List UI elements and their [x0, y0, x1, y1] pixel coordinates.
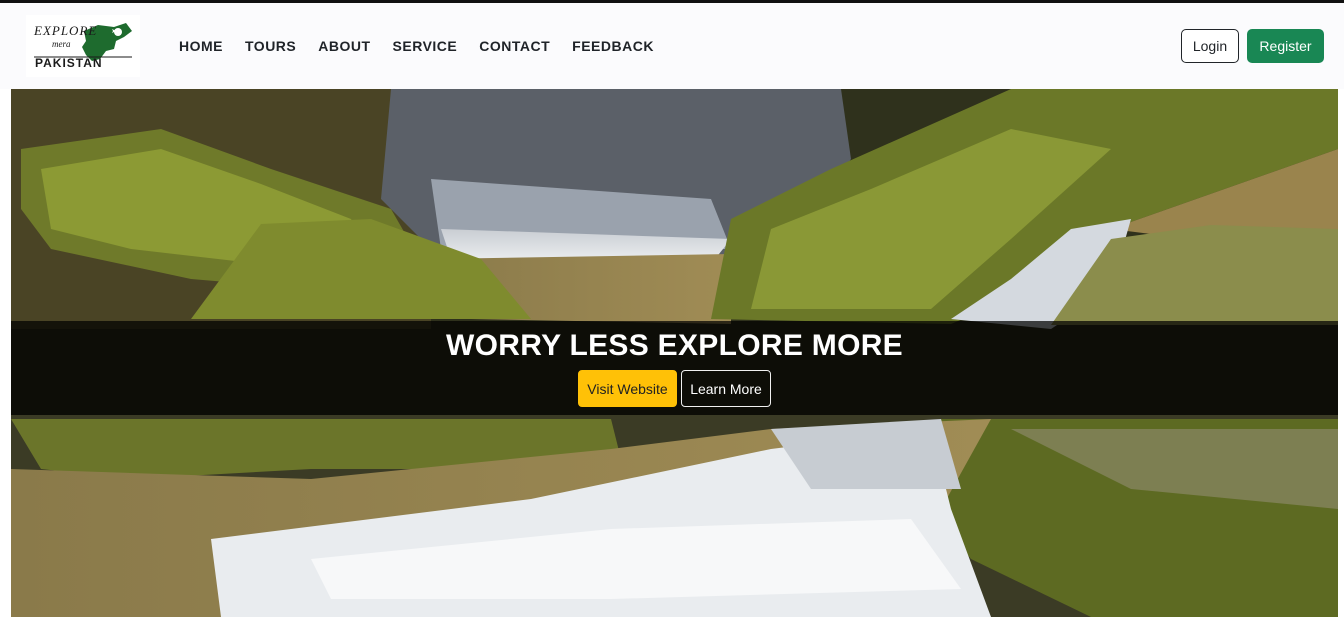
nav-tours[interactable]: TOURS	[245, 37, 296, 55]
main-nav: HOME TOURS ABOUT SERVICE CONTACT FEEDBAC…	[179, 37, 676, 55]
learn-more-button[interactable]: Learn More	[681, 370, 771, 407]
pakistan-map-logo-icon: EXPLORE mera PAKISTAN	[33, 23, 132, 70]
visit-website-button[interactable]: Visit Website	[578, 370, 677, 407]
register-button[interactable]: Register	[1247, 29, 1324, 63]
login-button[interactable]: Login	[1181, 29, 1239, 63]
svg-text:PAKISTAN: PAKISTAN	[35, 56, 103, 70]
navbar: EXPLORE mera PAKISTAN HOME TOURS ABOUT S…	[0, 3, 1344, 89]
nav-home[interactable]: HOME	[179, 37, 223, 55]
svg-text:EXPLORE: EXPLORE	[33, 23, 97, 38]
hero-actions: Visit Website Learn More	[11, 370, 1338, 407]
site-logo[interactable]: EXPLORE mera PAKISTAN	[26, 15, 140, 77]
nav-service[interactable]: SERVICE	[393, 37, 458, 55]
svg-text:mera: mera	[52, 39, 71, 49]
nav-about[interactable]: ABOUT	[318, 37, 370, 55]
nav-feedback[interactable]: FEEDBACK	[572, 37, 654, 55]
hero-title: WORRY LESS EXPLORE MORE	[446, 329, 903, 362]
hero-banner: WORRY LESS EXPLORE MORE Visit Website Le…	[11, 89, 1338, 617]
nav-contact[interactable]: CONTACT	[479, 37, 550, 55]
